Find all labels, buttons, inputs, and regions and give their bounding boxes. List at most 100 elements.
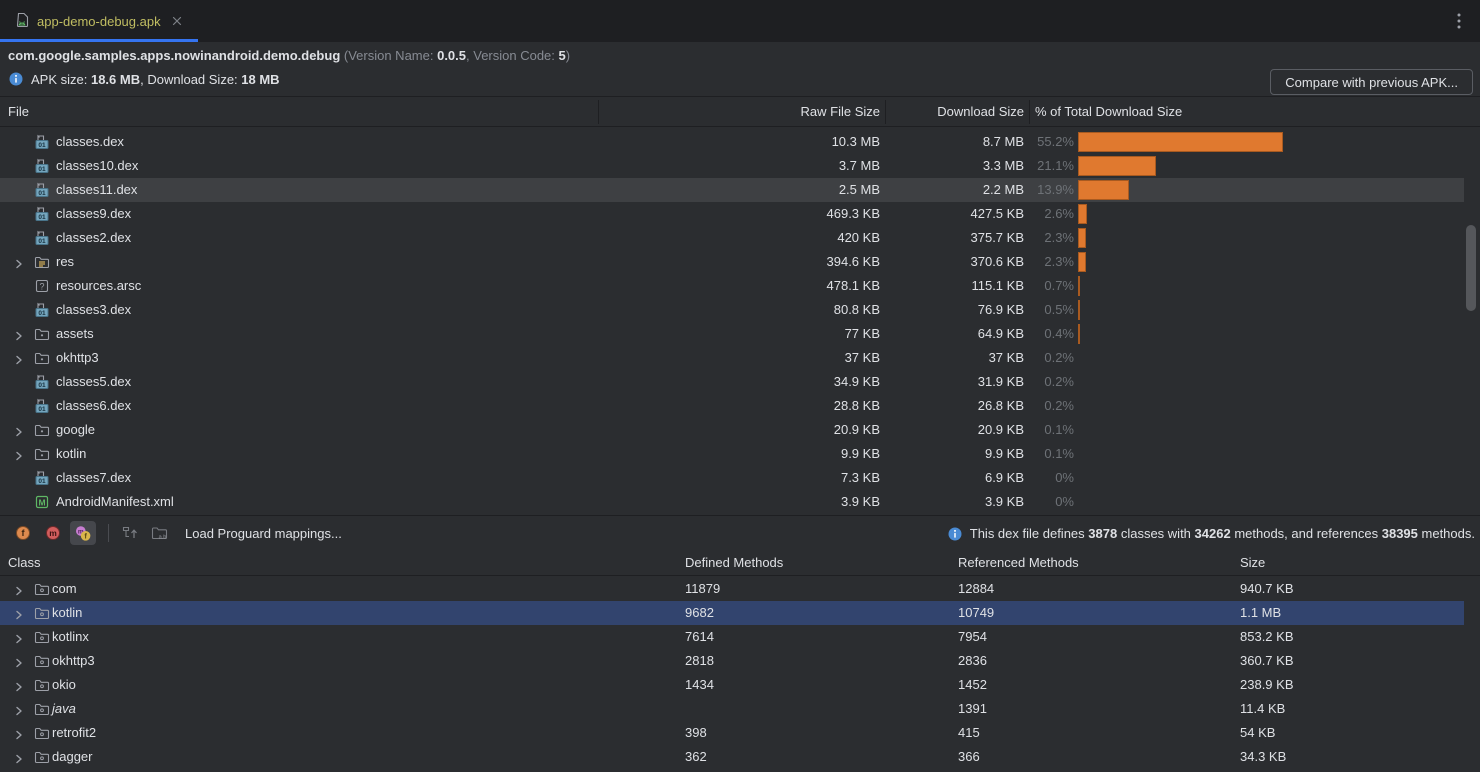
download-pct-bar: [1078, 252, 1086, 272]
file-name: classes11.dex: [56, 182, 137, 197]
chevron-right-icon[interactable]: [14, 449, 24, 459]
file-table-row[interactable]: kotlin9.9 KB9.9 KB0.1%: [0, 442, 1464, 466]
file-table-row[interactable]: assets77 KB64.9 KB0.4%: [0, 322, 1464, 346]
download-pct: 0.1%: [980, 422, 1074, 437]
defined-methods: 1434: [685, 677, 714, 692]
download-pct: 55.2%: [980, 134, 1074, 149]
file-name: AndroidManifest.xml: [56, 494, 174, 509]
column-header-referenced-methods[interactable]: Referenced Methods: [958, 555, 1079, 570]
show-referenced-nodes-button[interactable]: m f: [70, 521, 96, 545]
defined-methods: 11879: [685, 581, 720, 596]
chevron-right-icon[interactable]: [14, 608, 24, 618]
chevron-right-icon[interactable]: [14, 632, 24, 642]
column-header-defined-methods[interactable]: Defined Methods: [685, 555, 783, 570]
column-header-size[interactable]: Size: [1240, 555, 1265, 570]
file-table-header: File Raw File Size Download Size % of To…: [0, 97, 1480, 127]
column-header-pct-of-total[interactable]: % of Total Download Size: [1035, 104, 1182, 119]
package-name: okio: [52, 677, 76, 692]
chevron-right-icon[interactable]: [14, 728, 24, 738]
svg-text:01: 01: [38, 478, 46, 485]
chevron-right-icon[interactable]: [14, 257, 24, 267]
file-table-row[interactable]: okhttp337 KB37 KB0.2%: [0, 346, 1464, 370]
file-table-row[interactable]: res394.6 KB370.6 KB2.3%: [0, 250, 1464, 274]
file-table-row[interactable]: 01classes5.dex34.9 KB31.9 KB0.2%: [0, 370, 1464, 394]
referenced-methods: 366: [958, 749, 980, 764]
file-table-row[interactable]: 01classes9.dex469.3 KB427.5 KB2.6%: [0, 202, 1464, 226]
column-header-raw-file-size[interactable]: Raw File Size: [801, 104, 880, 119]
file-table-row[interactable]: 01classes.dex10.3 MB8.7 MB55.2%: [0, 130, 1464, 154]
dex-icon: 01: [34, 302, 50, 318]
package-size: 54 KB: [1240, 725, 1275, 740]
file-table-row[interactable]: google20.9 KB20.9 KB0.1%: [0, 418, 1464, 442]
column-divider: [1029, 100, 1030, 124]
load-proguard-mappings-button[interactable]: Load Proguard mappings...: [185, 526, 342, 541]
download-pct: 0.5%: [980, 302, 1074, 317]
class-table-row[interactable]: retrofit239841554 KB: [0, 721, 1464, 745]
download-pct-bar: [1078, 156, 1156, 176]
method-references-tree-icon[interactable]: [117, 521, 143, 545]
class-table-row[interactable]: okio14341452238.9 KB: [0, 673, 1464, 697]
file-name: kotlin: [56, 446, 86, 461]
tab-app-demo-debug-apk[interactable]: app-demo-debug.apk: [0, 0, 198, 42]
chevron-right-icon[interactable]: [14, 329, 24, 339]
class-table: Class Defined Methods Referenced Methods…: [0, 550, 1480, 772]
toolbar-divider: [108, 524, 109, 542]
file-name: classes3.dex: [56, 302, 131, 317]
column-header-file[interactable]: File: [8, 104, 29, 119]
compare-with-previous-apk-button[interactable]: Compare with previous APK...: [1270, 69, 1473, 95]
class-table-row[interactable]: com1187912884940.7 KB: [0, 577, 1464, 601]
file-table-row[interactable]: 01classes11.dex2.5 MB2.2 MB13.9%: [0, 178, 1464, 202]
referenced-methods: 12884: [958, 581, 994, 596]
dex-icon: 01: [34, 470, 50, 486]
file-name: assets: [56, 326, 94, 341]
class-table-row[interactable]: kotlinx76147954853.2 KB: [0, 625, 1464, 649]
apk-size-line: APK size: 18.6 MB, Download Size: 18 MB: [8, 71, 280, 87]
references-count: 38395: [1382, 526, 1418, 541]
file-table-row[interactable]: 01classes7.dex7.3 KB6.9 KB0%: [0, 466, 1464, 490]
chevron-right-icon[interactable]: [14, 584, 24, 594]
chevron-right-icon[interactable]: [14, 704, 24, 714]
package-name: kotlin: [52, 605, 82, 620]
file-table-row[interactable]: 01classes2.dex420 KB375.7 KB2.3%: [0, 226, 1464, 250]
vertical-scrollbar-thumb[interactable]: [1466, 225, 1476, 311]
deobfuscate-names-icon[interactable]: a.b: [147, 521, 173, 545]
chevron-right-icon[interactable]: [14, 680, 24, 690]
column-header-class[interactable]: Class: [8, 555, 41, 570]
dex-viewer-toolbar: f m m f a.b: [0, 515, 1480, 550]
download-size-value: 18 MB: [241, 72, 279, 87]
file-table-row[interactable]: MAndroidManifest.xml3.9 KB3.9 KB0%: [0, 490, 1464, 514]
file-table-row[interactable]: ?resources.arsc478.1 KB115.1 KB0.7%: [0, 274, 1464, 298]
version-name: 0.0.5: [437, 48, 466, 63]
svg-text:01: 01: [38, 310, 46, 317]
more-options-icon[interactable]: [1452, 13, 1466, 29]
manifest-icon: M: [34, 494, 50, 510]
file-table-row[interactable]: 01classes10.dex3.7 MB3.3 MB21.1%: [0, 154, 1464, 178]
defined-methods: 362: [685, 749, 707, 764]
class-table-row[interactable]: okhttp328182836360.7 KB: [0, 649, 1464, 673]
class-table-row[interactable]: kotlin9682107491.1 MB: [0, 601, 1464, 625]
chevron-right-icon[interactable]: [14, 752, 24, 762]
chevron-right-icon[interactable]: [14, 353, 24, 363]
close-tab-icon[interactable]: [171, 15, 183, 27]
download-pct: 2.6%: [980, 206, 1074, 221]
package-size: 34.3 KB: [1240, 749, 1286, 764]
file-table-row[interactable]: 01classes3.dex80.8 KB76.9 KB0.5%: [0, 298, 1464, 322]
class-table-row[interactable]: dagger36236634.3 KB: [0, 745, 1464, 769]
download-pct-bar: [1078, 132, 1283, 152]
chevron-right-icon[interactable]: [14, 425, 24, 435]
package-size: 238.9 KB: [1240, 677, 1294, 692]
class-table-row[interactable]: java139111.4 KB: [0, 697, 1464, 721]
methods-count: 34262: [1195, 526, 1231, 541]
show-fields-button[interactable]: f: [10, 521, 36, 545]
package-icon: [34, 701, 50, 717]
show-methods-button[interactable]: m: [40, 521, 66, 545]
download-pct-bar: [1078, 276, 1080, 296]
svg-text:M: M: [38, 497, 45, 507]
file-table-row[interactable]: 01classes6.dex28.8 KB26.8 KB0.2%: [0, 394, 1464, 418]
download-pct: 0.2%: [980, 374, 1074, 389]
column-header-download-size[interactable]: Download Size: [937, 104, 1024, 119]
chevron-right-icon[interactable]: [14, 656, 24, 666]
package-icon: [34, 605, 50, 621]
download-pct-bar: [1078, 324, 1080, 344]
package-size: 940.7 KB: [1240, 581, 1294, 596]
